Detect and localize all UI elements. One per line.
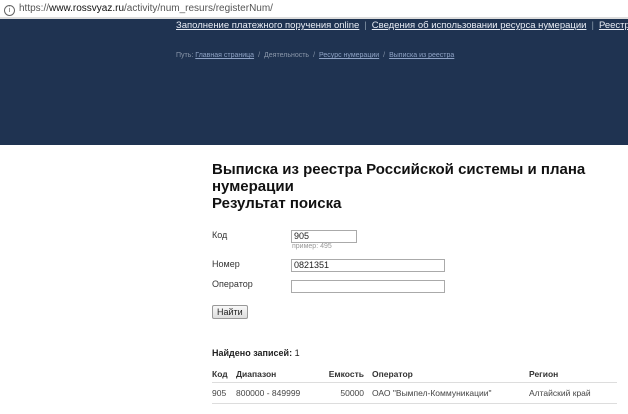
page-title: Выписка из реестра Российской системы и …: [212, 161, 586, 212]
code-hint: пример: 495: [292, 243, 332, 250]
table-header: Код Диапазон Емкость Оператор Регион: [212, 366, 617, 383]
col-code: Код: [212, 366, 236, 383]
nav-usage-info[interactable]: Сведения об использовании ресурса нумера…: [372, 20, 587, 31]
col-operator: Оператор: [372, 366, 529, 383]
operator-input[interactable]: [291, 280, 445, 293]
table-row: 905 800000 - 849999 50000 ОАО "Вымпел-Ко…: [212, 382, 617, 404]
code-input[interactable]: 905: [291, 230, 357, 243]
nav-payment[interactable]: Заполнение платежного поручения online: [176, 20, 359, 31]
crumb-numbering[interactable]: Ресурс нумерации: [319, 52, 379, 59]
crumb-activity: Деятельность: [264, 52, 310, 59]
crumb-home[interactable]: Главная страница: [195, 52, 254, 59]
col-capacity: Емкость: [314, 366, 372, 383]
info-icon[interactable]: i: [4, 5, 15, 16]
site-header: Заполнение платежного поручения online | С…: [0, 19, 628, 145]
search-button[interactable]: Найти: [212, 305, 248, 319]
crumb-extract[interactable]: Выписка из реестра: [389, 52, 454, 59]
top-nav: Заполнение платежного поручения online | С…: [176, 20, 628, 31]
code-label: Код: [212, 230, 228, 240]
breadcrumb: Путь: Главная страница / Деятельность / Ресу…: [176, 52, 455, 59]
nav-codes-registry[interactable]: Реестр кодов: [599, 20, 628, 31]
address-bar[interactable]: i https://www.rossvyaz.ru/activity/num_re…: [0, 0, 628, 19]
page-subtitle: Результат поиска: [212, 195, 342, 212]
col-region: Регион: [529, 366, 617, 383]
number-input[interactable]: 0821351: [291, 259, 445, 272]
results-table: Код Диапазон Емкость Оператор Регион 905…: [212, 366, 617, 404]
found-count: Найдено записей: 1: [212, 348, 300, 358]
number-label: Номер: [212, 259, 240, 269]
operator-label: Оператор: [212, 279, 253, 289]
col-range: Диапазон: [236, 366, 314, 383]
